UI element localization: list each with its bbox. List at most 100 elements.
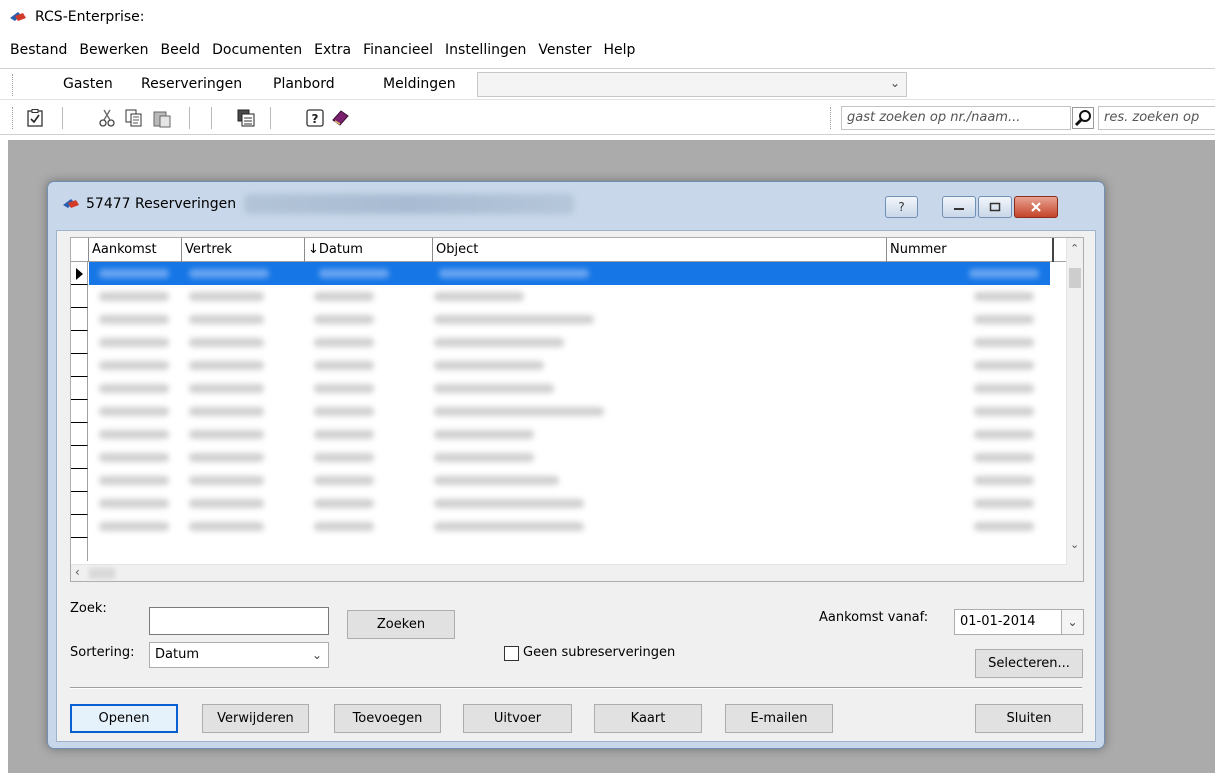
table-row[interactable] [71, 538, 1050, 563]
app-title-bar: RCS-Enterprise: [0, 0, 1215, 34]
paste-icon[interactable] [152, 108, 172, 128]
tab-planbord[interactable]: Planbord [273, 76, 335, 92]
add-button[interactable]: Toevoegen [334, 704, 441, 733]
chevron-left-icon[interactable]: ‹ [75, 565, 80, 579]
arrival-date-picker[interactable]: 01-01-2014 ⌄ [954, 609, 1084, 635]
scrollbar-thumb[interactable] [89, 568, 115, 579]
search-field[interactable] [149, 607, 329, 635]
sort-label: Sortering: [70, 645, 135, 660]
search-icon [1074, 110, 1091, 127]
scrollbar-thumb[interactable] [1069, 268, 1081, 288]
restore-icon [989, 202, 1001, 212]
search-button[interactable] [1072, 107, 1094, 129]
close-icon [1031, 202, 1041, 212]
redacted-title-text [244, 194, 575, 214]
table-row[interactable] [71, 308, 1050, 331]
close-window-button[interactable] [1014, 196, 1058, 218]
sort-dropdown[interactable]: Datum ⌄ [149, 642, 329, 668]
svg-text:?: ? [312, 112, 319, 126]
chevron-down-icon: ⌄ [889, 76, 900, 90]
arrival-from-label: Aankomst vanaf: [819, 610, 929, 625]
row-indicator [71, 262, 88, 285]
divider [70, 687, 1082, 689]
windows-icon[interactable] [236, 108, 256, 128]
toolbar-separator [211, 107, 212, 129]
table-row[interactable] [71, 354, 1050, 377]
app-title: RCS-Enterprise: [35, 9, 145, 25]
help-icon[interactable]: ? [305, 108, 325, 128]
chevron-up-icon[interactable]: ⌃ [1070, 242, 1079, 255]
delete-button[interactable]: Verwijderen [202, 704, 309, 733]
toolbar-separator [270, 107, 271, 129]
menu-bewerken[interactable]: Bewerken [73, 39, 154, 61]
table-row[interactable] [71, 492, 1050, 515]
toolbar-separator [62, 107, 63, 129]
open-button[interactable]: Openen [70, 704, 178, 733]
minimize-button[interactable] [942, 196, 976, 218]
menu-help[interactable]: Help [598, 39, 642, 61]
column-header-aankomst[interactable]: Aankomst [88, 238, 181, 262]
table-row[interactable] [71, 446, 1050, 469]
column-header-vertrek[interactable]: Vertrek [181, 238, 304, 262]
app-logo-icon [63, 199, 79, 208]
column-divider [1052, 238, 1054, 262]
toolbar-separator [189, 107, 190, 129]
dialog-title: 57477 Reserveringen [86, 196, 237, 212]
grid-header: Aankomst Vertrek ↓Datum Object Nummer [71, 238, 1067, 262]
column-header-object[interactable]: Object [432, 238, 886, 262]
tab-gasten[interactable]: Gasten [63, 76, 113, 92]
chevron-down-icon: ⌄ [311, 648, 323, 662]
toolbar-grip[interactable] [12, 74, 15, 96]
tab-meldingen[interactable]: Meldingen [383, 76, 456, 92]
maximize-button[interactable] [978, 196, 1012, 218]
select-button[interactable]: Selecteren... [975, 649, 1083, 678]
app-logo-icon [10, 12, 26, 21]
chevron-down-icon[interactable]: ⌄ [1070, 538, 1079, 551]
menu-extra[interactable]: Extra [308, 39, 357, 61]
chevron-down-icon[interactable]: ⌄ [1061, 610, 1083, 634]
toolbar-grip[interactable] [12, 107, 15, 129]
guest-search-input[interactable]: gast zoeken op nr./naam... [841, 106, 1071, 130]
reservation-search-input[interactable]: res. zoeken op [1098, 106, 1215, 130]
dialog-title-bar[interactable]: 57477 Reserveringen [62, 194, 575, 214]
book-icon[interactable] [330, 108, 350, 128]
cut-icon[interactable] [97, 108, 117, 128]
copy-icon[interactable] [124, 108, 144, 128]
reservations-grid[interactable]: Aankomst Vertrek ↓Datum Object Nummer ⌃ … [70, 237, 1084, 582]
close-button[interactable]: Sluiten [975, 704, 1083, 733]
column-header-nummer[interactable]: Nummer [886, 238, 1052, 262]
tab-dropdown[interactable]: ⌄ [477, 72, 907, 97]
menu-financieel[interactable]: Financieel [357, 39, 439, 61]
export-button[interactable]: Uitvoer [463, 704, 572, 733]
table-row[interactable] [71, 377, 1050, 400]
table-row[interactable] [71, 262, 1050, 285]
table-row[interactable] [71, 515, 1050, 538]
menu-documenten[interactable]: Documenten [206, 39, 308, 61]
no-subreservations-label: Geen subreserveringen [523, 645, 676, 660]
column-header-datum[interactable]: ↓Datum [304, 238, 432, 262]
menu-beeld[interactable]: Beeld [154, 39, 206, 61]
search-toolbar-grip[interactable] [830, 107, 833, 129]
table-row[interactable] [71, 423, 1050, 446]
email-button[interactable]: E-mailen [725, 704, 833, 733]
tabs-toolbar: Gasten Reserveringen Planbord Meldingen … [0, 68, 1215, 100]
search-button[interactable]: Zoeken [347, 610, 455, 639]
tab-reserveringen[interactable]: Reserveringen [141, 76, 242, 92]
dialog-client-area: Aankomst Vertrek ↓Datum Object Nummer ⌃ … [56, 230, 1096, 742]
table-row[interactable] [71, 469, 1050, 492]
table-row[interactable] [71, 331, 1050, 354]
dialog-help-button[interactable]: ? [885, 196, 918, 218]
search-label: Zoek: [70, 601, 107, 616]
minimize-icon [954, 208, 964, 210]
horizontal-scrollbar[interactable]: ‹ [71, 564, 1067, 581]
clipboard-check-icon[interactable] [25, 108, 45, 128]
table-row[interactable] [71, 285, 1050, 308]
no-subreservations-checkbox[interactable] [504, 646, 519, 661]
menu-bestand[interactable]: Bestand [4, 39, 73, 61]
menu-instellingen[interactable]: Instellingen [439, 39, 532, 61]
icon-toolbar: ? gast zoeken op nr./naam... res. zoeken… [0, 101, 1215, 135]
table-row[interactable] [71, 400, 1050, 423]
menu-venster[interactable]: Venster [532, 39, 597, 61]
vertical-scrollbar[interactable]: ⌃ ⌄ [1066, 238, 1083, 581]
map-button[interactable]: Kaart [594, 704, 702, 733]
